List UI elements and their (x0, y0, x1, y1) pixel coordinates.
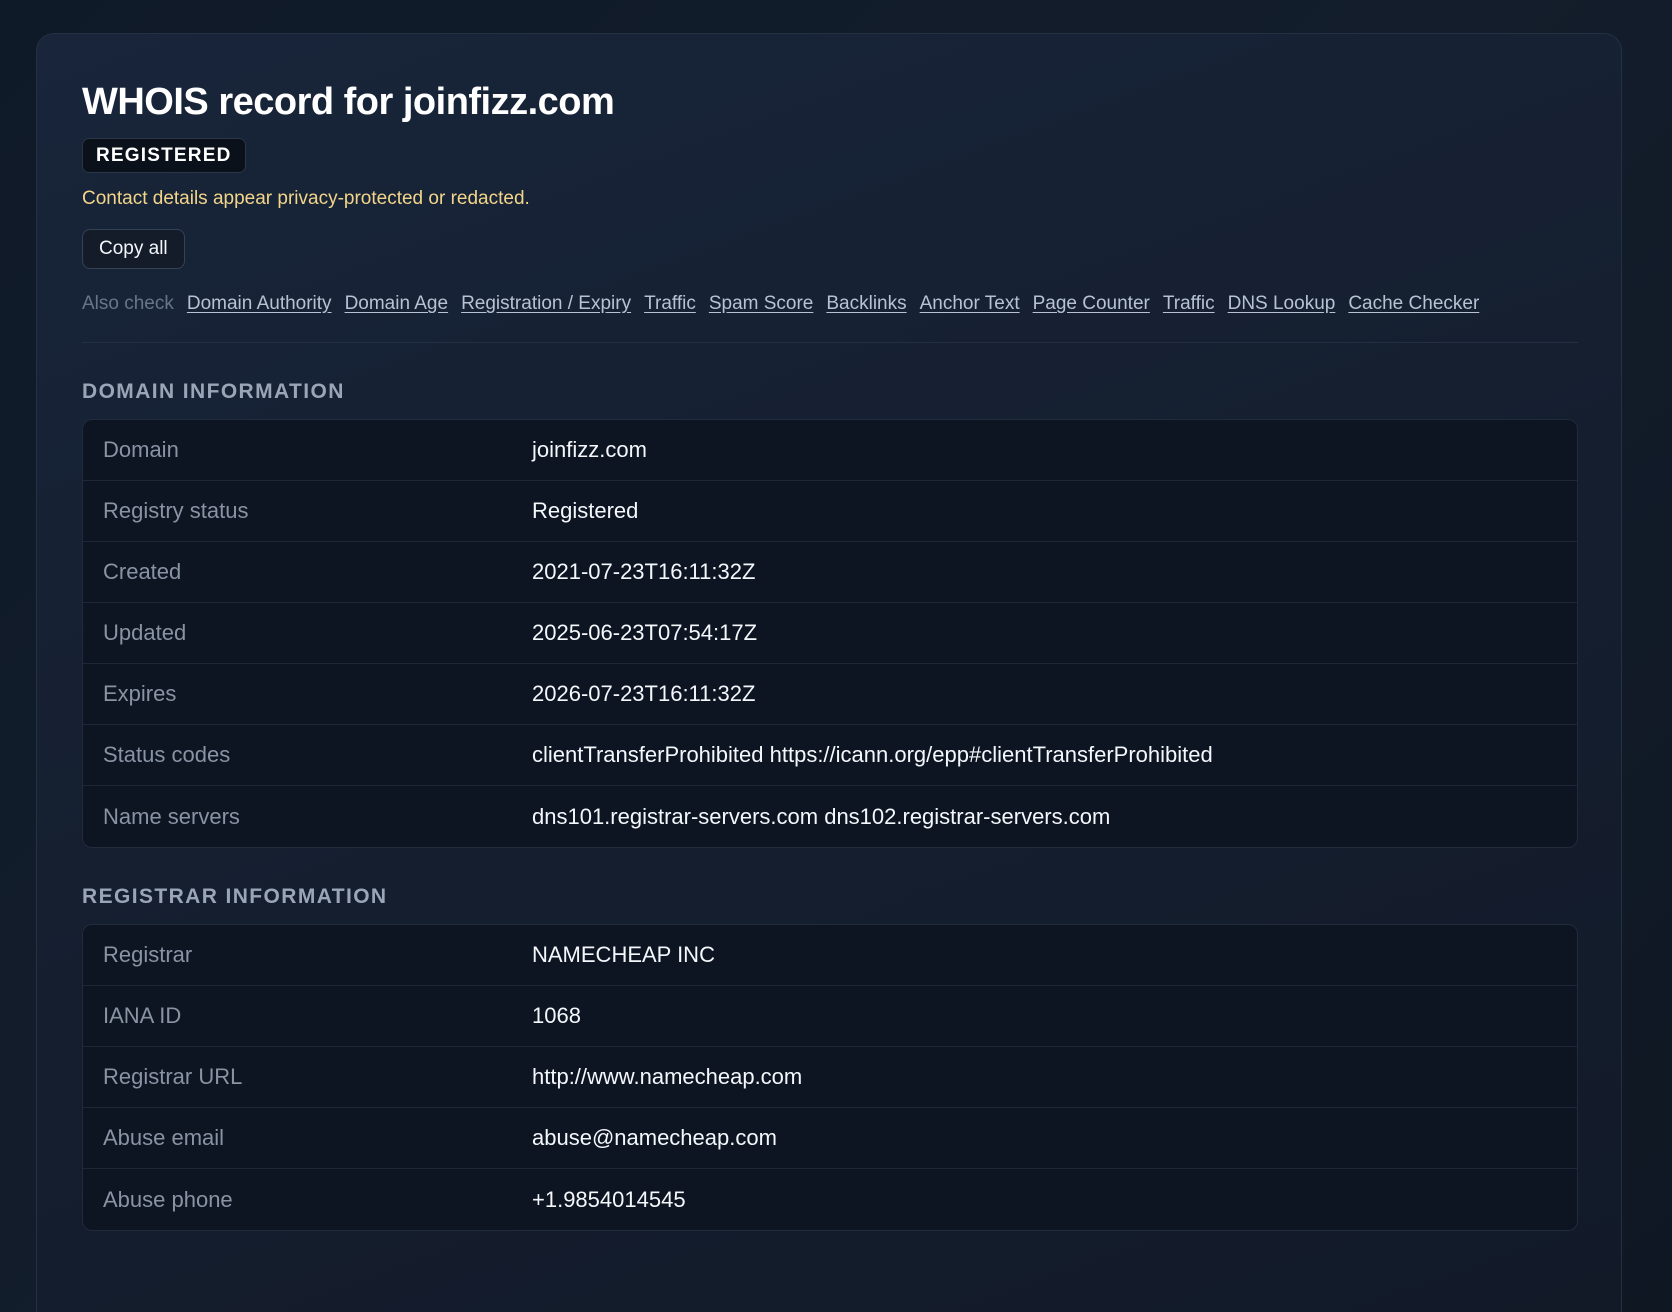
table-row: IANA ID 1068 (83, 986, 1577, 1047)
page-title: WHOIS record for joinfizz.com (82, 81, 615, 123)
domain-info-table: Domain joinfizz.com Registry status Regi… (82, 419, 1578, 848)
whois-card: WHOIS record for joinfizz.com REGISTERED… (36, 33, 1622, 1312)
link-spam-score[interactable]: Spam Score (709, 292, 814, 316)
field-value: NAMECHEAP INC (532, 942, 715, 967)
table-row: Name servers dns101.registrar-servers.co… (83, 786, 1577, 847)
registrar-info-heading: REGISTRAR INFORMATION (82, 885, 388, 908)
field-value: 2021-07-23T16:11:32Z (532, 559, 756, 584)
link-domain-age[interactable]: Domain Age (345, 292, 449, 316)
field-label: Created (103, 559, 182, 584)
table-row: Registrar URL http://www.namecheap.com (83, 1047, 1577, 1108)
link-dns-lookup[interactable]: DNS Lookup (1228, 292, 1336, 316)
link-traffic-2[interactable]: Traffic (1163, 292, 1215, 316)
field-value: joinfizz.com (532, 437, 647, 462)
also-check-label: Also check (82, 293, 174, 314)
field-label: Abuse phone (103, 1186, 233, 1212)
field-value: 1068 (532, 1003, 581, 1028)
table-row: Registrar NAMECHEAP INC (83, 925, 1577, 986)
link-anchor-text[interactable]: Anchor Text (920, 292, 1020, 316)
field-label: Abuse email (103, 1125, 225, 1150)
table-row: Abuse email abuse@namecheap.com (83, 1108, 1577, 1169)
table-row: Domain joinfizz.com (83, 420, 1577, 481)
field-label: Domain (103, 437, 179, 462)
link-domain-authority[interactable]: Domain Authority (187, 292, 332, 316)
field-value: 2025-06-23T07:54:17Z (532, 620, 758, 645)
field-value: dns101.registrar-servers.com dns102.regi… (532, 803, 1111, 829)
link-backlinks[interactable]: Backlinks (826, 292, 906, 316)
field-label: Name servers (103, 803, 240, 829)
field-value: 2026-07-23T16:11:32Z (532, 681, 756, 706)
field-value: http://www.namecheap.com (532, 1064, 803, 1089)
field-value: clientTransferProhibited https://icann.o… (532, 742, 1213, 767)
table-row: Expires 2026-07-23T16:11:32Z (83, 664, 1577, 725)
also-check-bar: Also check Domain Authority Domain Age R… (82, 292, 1578, 343)
link-cache-checker[interactable]: Cache Checker (1348, 292, 1479, 316)
field-value: abuse@namecheap.com (532, 1125, 777, 1150)
page-background: WHOIS record for joinfizz.com REGISTERED… (0, 0, 1672, 1312)
field-value: +1.9854014545 (532, 1186, 686, 1212)
privacy-notice: Contact details appear privacy-protected… (82, 188, 530, 209)
field-label: Status codes (103, 742, 231, 767)
table-row: Abuse phone +1.9854014545 (83, 1169, 1577, 1230)
field-label: Updated (103, 620, 187, 645)
domain-info-heading: DOMAIN INFORMATION (82, 380, 345, 403)
link-registration-expiry[interactable]: Registration / Expiry (461, 292, 631, 316)
field-label: Registry status (103, 498, 249, 523)
registrar-info-table: Registrar NAMECHEAP INC IANA ID 1068 Reg… (82, 924, 1578, 1231)
copy-all-button[interactable]: Copy all (82, 229, 185, 269)
field-label: Expires (103, 681, 177, 706)
link-page-counter[interactable]: Page Counter (1033, 292, 1150, 316)
field-label: Registrar (103, 942, 193, 967)
table-row: Status codes clientTransferProhibited ht… (83, 725, 1577, 786)
field-value: Registered (532, 498, 639, 523)
table-row: Created 2021-07-23T16:11:32Z (83, 542, 1577, 603)
status-badge: REGISTERED (82, 138, 246, 173)
table-row: Updated 2025-06-23T07:54:17Z (83, 603, 1577, 664)
table-row: Registry status Registered (83, 481, 1577, 542)
link-traffic[interactable]: Traffic (644, 292, 696, 316)
field-label: Registrar URL (103, 1064, 243, 1089)
field-label: IANA ID (103, 1003, 182, 1028)
